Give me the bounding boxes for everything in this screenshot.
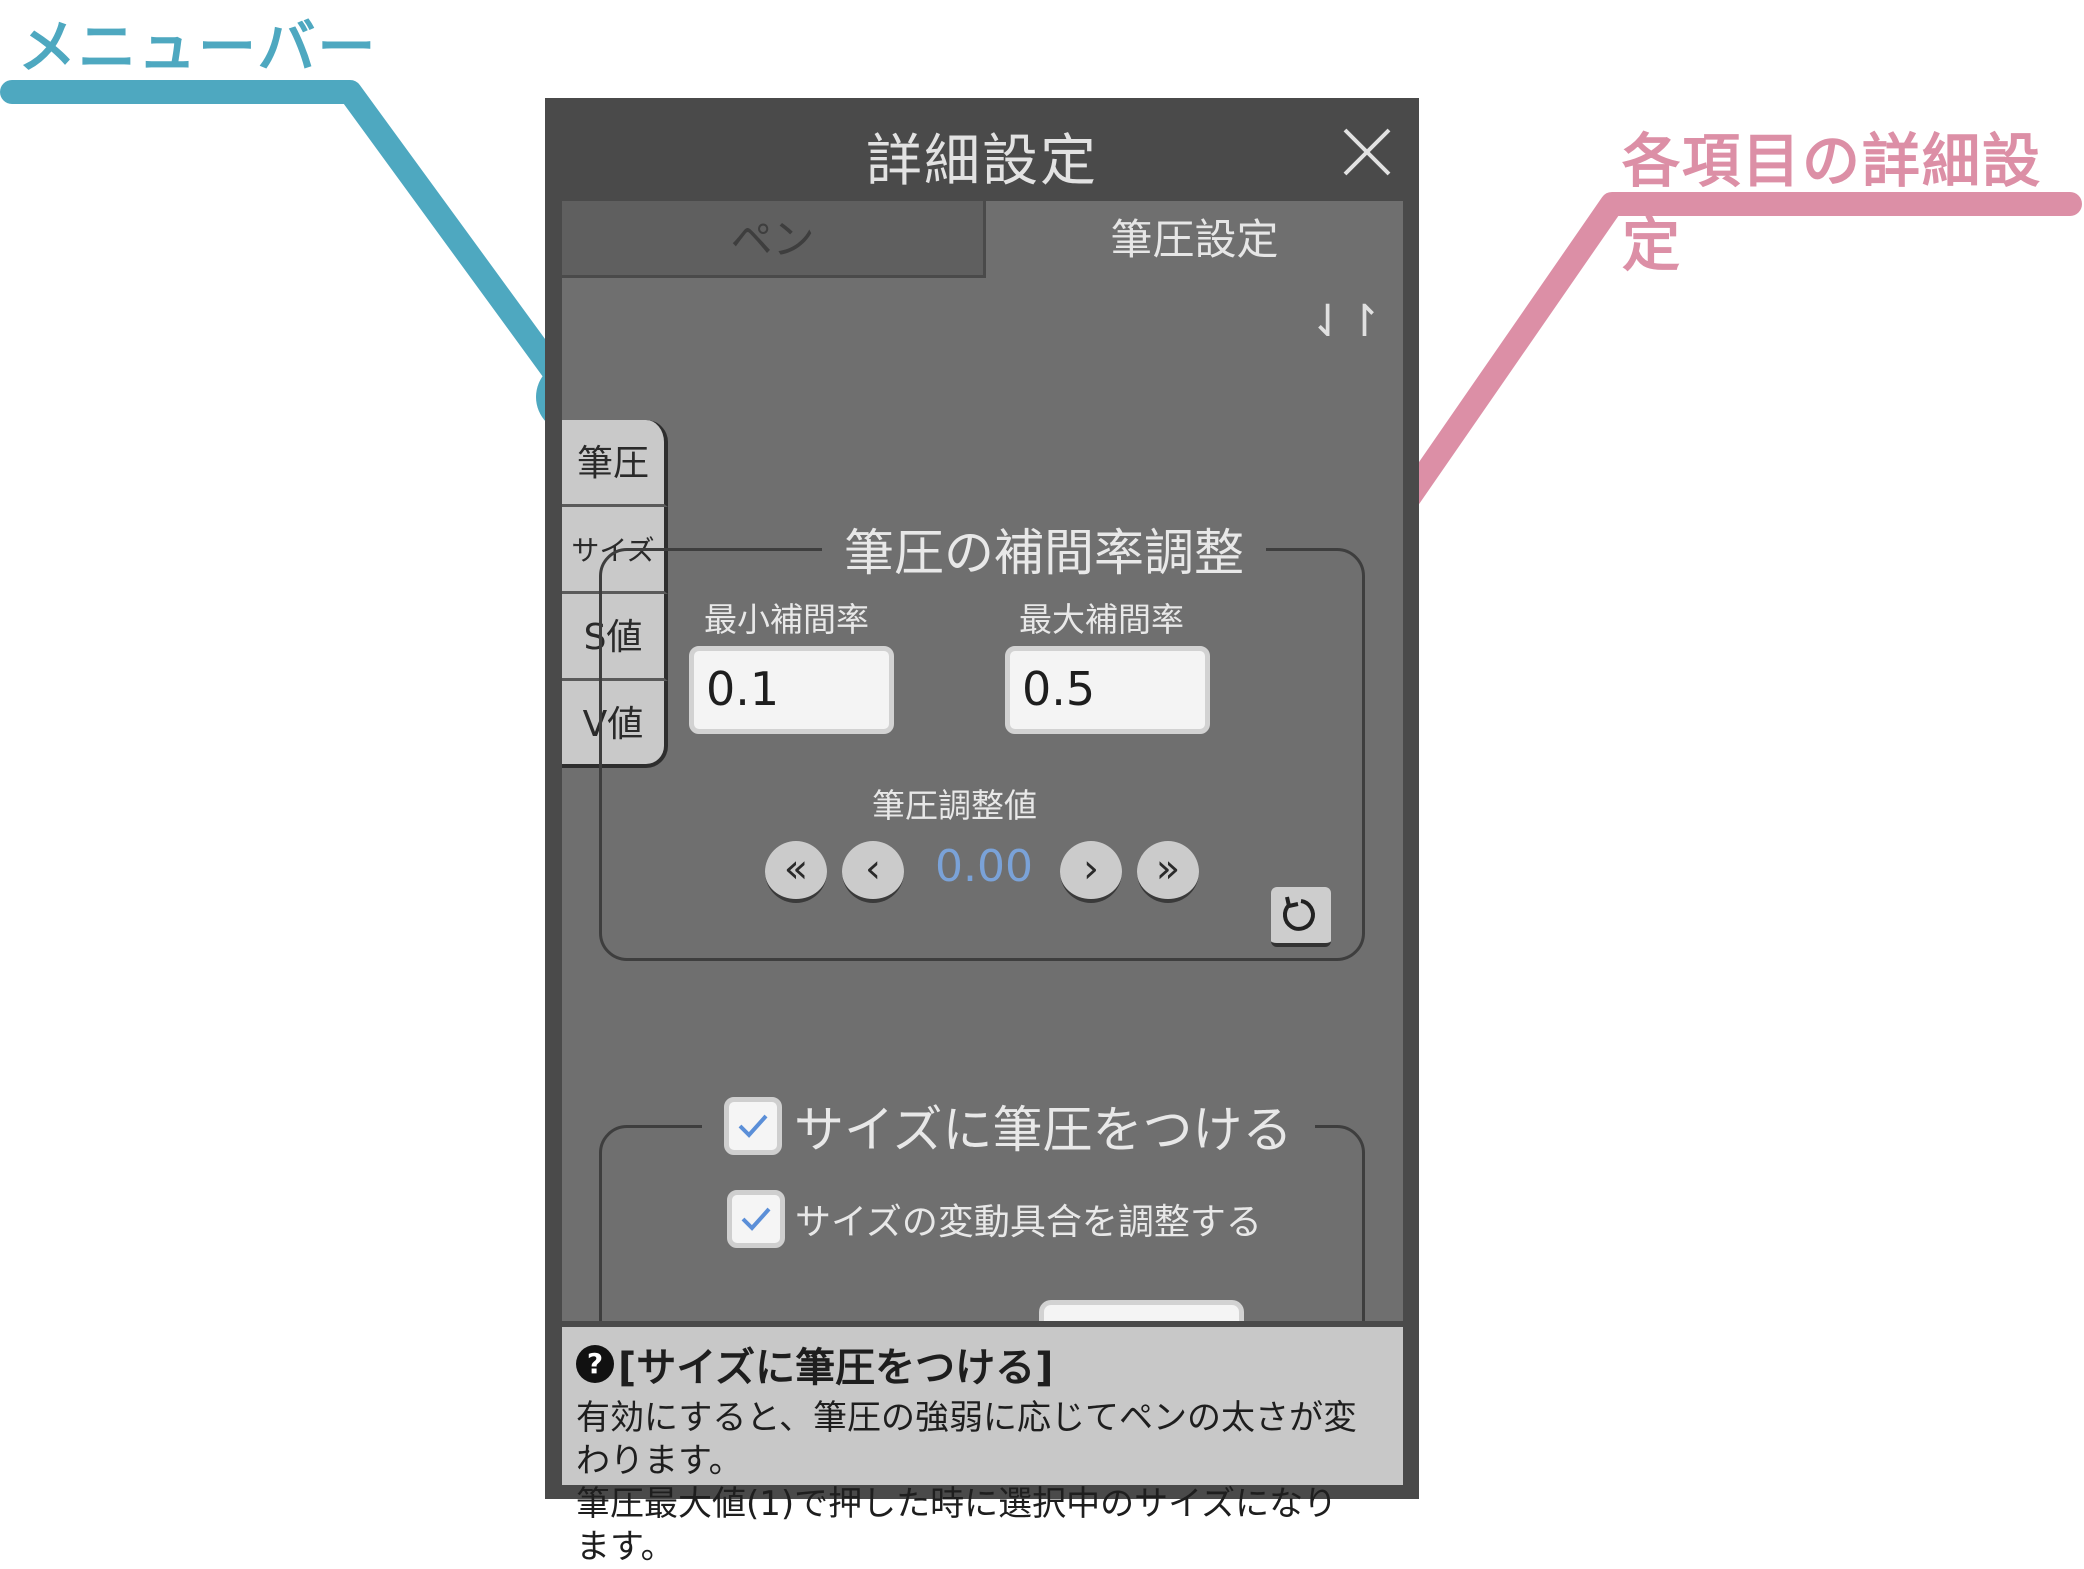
settings-dialog: 詳細設定 ペン 筆圧設定 ⇃↾ 筆圧 サイズ S値 V値 筆圧の補間率調整 最小… bbox=[545, 98, 1419, 1567]
checkmark-icon bbox=[738, 1114, 768, 1138]
size-pressure-header: サイズに筆圧をつける bbox=[702, 1090, 1315, 1162]
help-line: わります。 bbox=[576, 1441, 743, 1481]
fast-decrease-button[interactable]: « bbox=[765, 841, 827, 903]
close-icon bbox=[1343, 128, 1391, 176]
group-title-interpolation: 筆圧の補間率調整 bbox=[822, 513, 1266, 585]
pressure-interpolation-group: 筆圧の補間率調整 最小補間率 0.1 最大補間率 0.5 筆圧調整値 « ‹ 0… bbox=[599, 513, 1365, 961]
help-title-text: [サイズに筆圧をつける] bbox=[618, 1345, 1054, 1391]
pressure-adjust-label: 筆圧調整値 bbox=[872, 786, 1037, 825]
tab-pen[interactable]: ペン bbox=[562, 201, 986, 278]
help-line: ます。 bbox=[576, 1527, 675, 1567]
menubar-callout-label: メニューバー bbox=[18, 13, 378, 81]
dialog-title: 詳細設定 bbox=[866, 129, 1098, 194]
decrease-button[interactable]: ‹ bbox=[842, 841, 904, 903]
help-panel: ? [サイズに筆圧をつける] 有効にすると、筆圧の強弱に応じてペンの太さが変 わ… bbox=[562, 1327, 1403, 1567]
side-menu-item-pressure[interactable]: 筆圧 bbox=[562, 420, 668, 507]
pressure-adjust-value: 0.00 bbox=[935, 841, 1033, 892]
checkmark-icon bbox=[741, 1207, 771, 1231]
partially-visible-input[interactable] bbox=[1039, 1300, 1244, 1321]
size-pressure-checkbox[interactable] bbox=[724, 1097, 782, 1155]
help-line: 筆圧最大値(1)で押した時に選択中のサイズになり bbox=[576, 1484, 1338, 1524]
reset-icon bbox=[1282, 896, 1315, 931]
help-title: ? [サイズに筆圧をつける] bbox=[576, 1335, 1389, 1393]
increase-button[interactable]: › bbox=[1060, 841, 1122, 903]
max-interpolation-input[interactable]: 0.5 bbox=[1005, 646, 1210, 734]
size-pressure-checkbox-label[interactable]: サイズに筆圧をつける bbox=[794, 1090, 1293, 1162]
help-line: 有効にすると、筆圧の強弱に応じてペンの太さが変 bbox=[576, 1398, 1357, 1438]
close-button[interactable] bbox=[1339, 124, 1395, 180]
sort-toggle-icon[interactable]: ⇃↾ bbox=[1309, 296, 1383, 347]
pressure-settings-panel: ⇃↾ 筆圧 サイズ S値 V値 筆圧の補間率調整 最小補間率 0.1 最大補間率… bbox=[562, 278, 1403, 1321]
reset-button[interactable] bbox=[1271, 887, 1331, 947]
size-variation-checkbox[interactable] bbox=[727, 1190, 785, 1248]
size-pressure-group: サイズに筆圧をつける サイズの変動具合を調整する bbox=[599, 1090, 1365, 1321]
menubar-leader-line bbox=[0, 80, 594, 422]
size-variation-checkbox-label[interactable]: サイズの変動具合を調整する bbox=[795, 1193, 1262, 1245]
min-interpolation-input[interactable]: 0.1 bbox=[689, 646, 894, 734]
max-interpolation-label: 最大補間率 bbox=[1019, 600, 1184, 639]
tab-pressure-settings[interactable]: 筆圧設定 bbox=[986, 201, 1403, 278]
help-question-icon: ? bbox=[576, 1345, 614, 1383]
help-body: 有効にすると、筆圧の強弱に応じてペンの太さが変 わります。 筆圧最大値(1)で押… bbox=[576, 1397, 1389, 1569]
min-interpolation-label: 最小補間率 bbox=[704, 600, 869, 639]
fast-increase-button[interactable]: » bbox=[1137, 841, 1199, 903]
size-variation-option: サイズの変動具合を調整する bbox=[727, 1190, 1262, 1248]
detail-callout-label: 各項目の詳細設定 bbox=[1622, 127, 2043, 279]
